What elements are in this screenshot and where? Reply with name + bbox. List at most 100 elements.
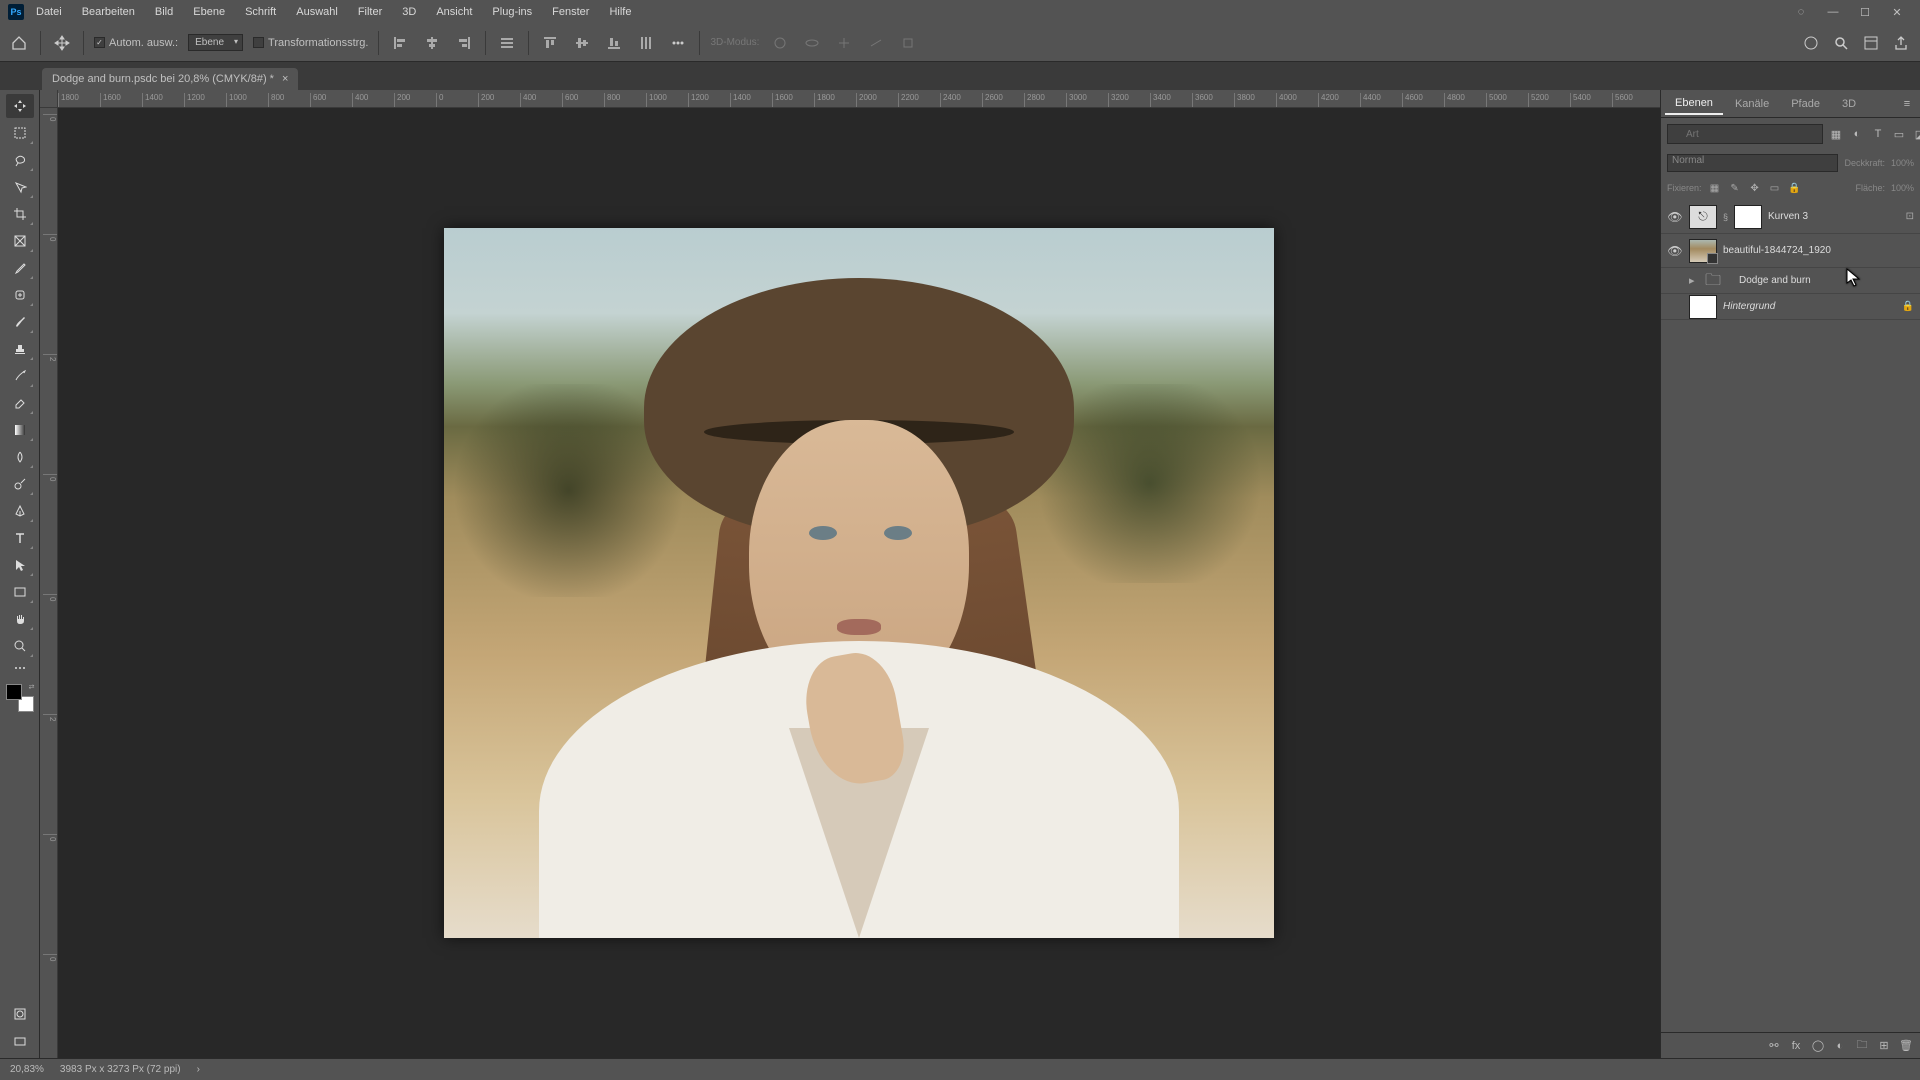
quick-select-tool[interactable] bbox=[6, 175, 34, 199]
ruler-horizontal[interactable]: 1800160014001200100080060040020002004006… bbox=[40, 90, 1660, 108]
brush-tool[interactable] bbox=[6, 310, 34, 334]
more-options-icon[interactable] bbox=[667, 32, 689, 54]
lock-move-icon[interactable]: ✥ bbox=[1748, 181, 1762, 195]
layer-row[interactable]: Hintergrund🔒 bbox=[1661, 294, 1920, 320]
layer-visibility-icon[interactable]: 👁 bbox=[1667, 210, 1683, 224]
fill-value[interactable]: 100% bbox=[1891, 183, 1914, 193]
close-tab-icon[interactable]: × bbox=[282, 73, 288, 85]
edit-toolbar-icon[interactable] bbox=[6, 661, 34, 675]
align-top-icon[interactable] bbox=[539, 32, 561, 54]
foreground-color-swatch[interactable] bbox=[6, 684, 22, 700]
rectangle-tool[interactable] bbox=[6, 580, 34, 604]
frame-tool[interactable] bbox=[6, 229, 34, 253]
add-mask-icon[interactable]: ◯ bbox=[1810, 1038, 1826, 1054]
menu-filter[interactable]: Filter bbox=[350, 0, 390, 24]
ruler-corner[interactable] bbox=[40, 90, 58, 108]
history-brush-tool[interactable] bbox=[6, 364, 34, 388]
zoom-tool[interactable] bbox=[6, 634, 34, 658]
screen-mode-icon[interactable] bbox=[6, 1030, 34, 1054]
move-tool-icon[interactable] bbox=[51, 32, 73, 54]
blend-mode-dropdown[interactable]: Normal bbox=[1667, 154, 1838, 172]
menu-schrift[interactable]: Schrift bbox=[237, 0, 284, 24]
healing-tool[interactable] bbox=[6, 283, 34, 307]
layer-name[interactable]: Kurven 3 bbox=[1768, 211, 1900, 222]
new-layer-icon[interactable]: ⊞ bbox=[1876, 1038, 1892, 1054]
cloud-docs-icon[interactable] bbox=[1800, 32, 1822, 54]
panel-menu-icon[interactable]: ≡ bbox=[1898, 95, 1916, 113]
layer-thumbnail[interactable]: ⎋ bbox=[1689, 205, 1717, 229]
layer-row[interactable]: 👁⎋§Kurven 3⊡ bbox=[1661, 200, 1920, 234]
status-more-icon[interactable]: › bbox=[197, 1064, 200, 1075]
lock-artboard-icon[interactable]: ▭ bbox=[1768, 181, 1782, 195]
search-icon[interactable] bbox=[1830, 32, 1852, 54]
menu-fenster[interactable]: Fenster bbox=[544, 0, 597, 24]
move-tool[interactable] bbox=[6, 94, 34, 118]
layer-name[interactable]: Dodge and burn bbox=[1739, 275, 1914, 286]
marquee-tool[interactable] bbox=[6, 121, 34, 145]
gradient-tool[interactable] bbox=[6, 418, 34, 442]
menu-bearbeiten[interactable]: Bearbeiten bbox=[74, 0, 143, 24]
panel-tab-pfade[interactable]: Pfade bbox=[1781, 94, 1830, 114]
layer-thumbnail[interactable]: 🗀 bbox=[1705, 269, 1733, 293]
opacity-value[interactable]: 100% bbox=[1891, 158, 1914, 168]
lock-position-icon[interactable]: ✎ bbox=[1728, 181, 1742, 195]
link-layers-icon[interactable]: ⚯ bbox=[1766, 1038, 1782, 1054]
layer-name[interactable]: beautiful-1844724_1920 bbox=[1723, 245, 1914, 256]
new-group-icon[interactable]: 🗀 bbox=[1854, 1038, 1870, 1054]
menu-3d[interactable]: 3D bbox=[394, 0, 424, 24]
align-middle-v-icon[interactable] bbox=[571, 32, 593, 54]
new-adjustment-icon[interactable]: ◐ bbox=[1832, 1038, 1848, 1054]
dodge-tool[interactable] bbox=[6, 472, 34, 496]
layer-fx-icon[interactable]: fx bbox=[1788, 1038, 1804, 1054]
layer-filter-input[interactable] bbox=[1667, 124, 1823, 144]
home-icon[interactable] bbox=[8, 32, 30, 54]
cloud-icon[interactable]: ◌ bbox=[1786, 2, 1816, 22]
layer-thumbnail[interactable] bbox=[1689, 295, 1717, 319]
filter-shape-icon[interactable]: ▭ bbox=[1890, 125, 1908, 143]
menu-datei[interactable]: Datei bbox=[28, 0, 70, 24]
layer-visibility-icon[interactable]: 👁 bbox=[1667, 244, 1683, 258]
distribute-icon[interactable] bbox=[496, 32, 518, 54]
auto-select-target-dropdown[interactable]: Ebene bbox=[188, 34, 243, 51]
filter-type-icon[interactable]: T bbox=[1869, 125, 1887, 143]
canvas[interactable] bbox=[58, 108, 1660, 1058]
close-window-button[interactable]: ✕ bbox=[1882, 2, 1912, 22]
auto-select-checkbox[interactable]: ✓ Autom. ausw.: bbox=[94, 37, 178, 49]
align-bottom-icon[interactable] bbox=[603, 32, 625, 54]
path-select-tool[interactable] bbox=[6, 553, 34, 577]
menu-ansicht[interactable]: Ansicht bbox=[428, 0, 480, 24]
filter-image-icon[interactable]: ▦ bbox=[1827, 125, 1845, 143]
transform-controls-checkbox[interactable]: Transformationsstrg. bbox=[253, 37, 368, 49]
menu-hilfe[interactable]: Hilfe bbox=[601, 0, 639, 24]
arrange-documents-icon[interactable] bbox=[1860, 32, 1882, 54]
delete-layer-icon[interactable]: 🗑 bbox=[1898, 1038, 1914, 1054]
quick-mask-icon[interactable] bbox=[6, 1002, 34, 1026]
panel-tab-3d[interactable]: 3D bbox=[1832, 94, 1866, 114]
layer-row[interactable]: ▸🗀Dodge and burn bbox=[1661, 268, 1920, 294]
minimize-button[interactable]: — bbox=[1818, 2, 1848, 22]
lasso-tool[interactable] bbox=[6, 148, 34, 172]
layer-mask-thumbnail[interactable] bbox=[1734, 205, 1762, 229]
color-swatches[interactable]: ⇄ bbox=[6, 684, 34, 712]
type-tool[interactable] bbox=[6, 526, 34, 550]
eraser-tool[interactable] bbox=[6, 391, 34, 415]
layer-thumbnail[interactable] bbox=[1689, 239, 1717, 263]
lock-pixels-icon[interactable]: ▦ bbox=[1708, 181, 1722, 195]
blur-tool[interactable] bbox=[6, 445, 34, 469]
filter-adjust-icon[interactable]: ◐ bbox=[1848, 125, 1866, 143]
hand-tool[interactable] bbox=[6, 607, 34, 631]
panel-tab-ebenen[interactable]: Ebenen bbox=[1665, 93, 1723, 115]
lock-all-icon[interactable]: 🔒 bbox=[1788, 181, 1802, 195]
swap-colors-icon[interactable]: ⇄ bbox=[29, 683, 35, 691]
layer-clip-icon[interactable]: ⊡ bbox=[1906, 211, 1914, 222]
layer-row[interactable]: 👁 beautiful-1844724_1920 bbox=[1661, 234, 1920, 268]
layer-name[interactable]: Hintergrund bbox=[1723, 301, 1896, 312]
stamp-tool[interactable] bbox=[6, 337, 34, 361]
align-right-icon[interactable] bbox=[453, 32, 475, 54]
menu-plug-ins[interactable]: Plug-ins bbox=[484, 0, 540, 24]
menu-auswahl[interactable]: Auswahl bbox=[288, 0, 346, 24]
document-tab[interactable]: Dodge and burn.psdc bei 20,8% (CMYK/8#) … bbox=[42, 68, 298, 90]
menu-bild[interactable]: Bild bbox=[147, 0, 181, 24]
align-center-h-icon[interactable] bbox=[421, 32, 443, 54]
distribute-v-icon[interactable] bbox=[635, 32, 657, 54]
